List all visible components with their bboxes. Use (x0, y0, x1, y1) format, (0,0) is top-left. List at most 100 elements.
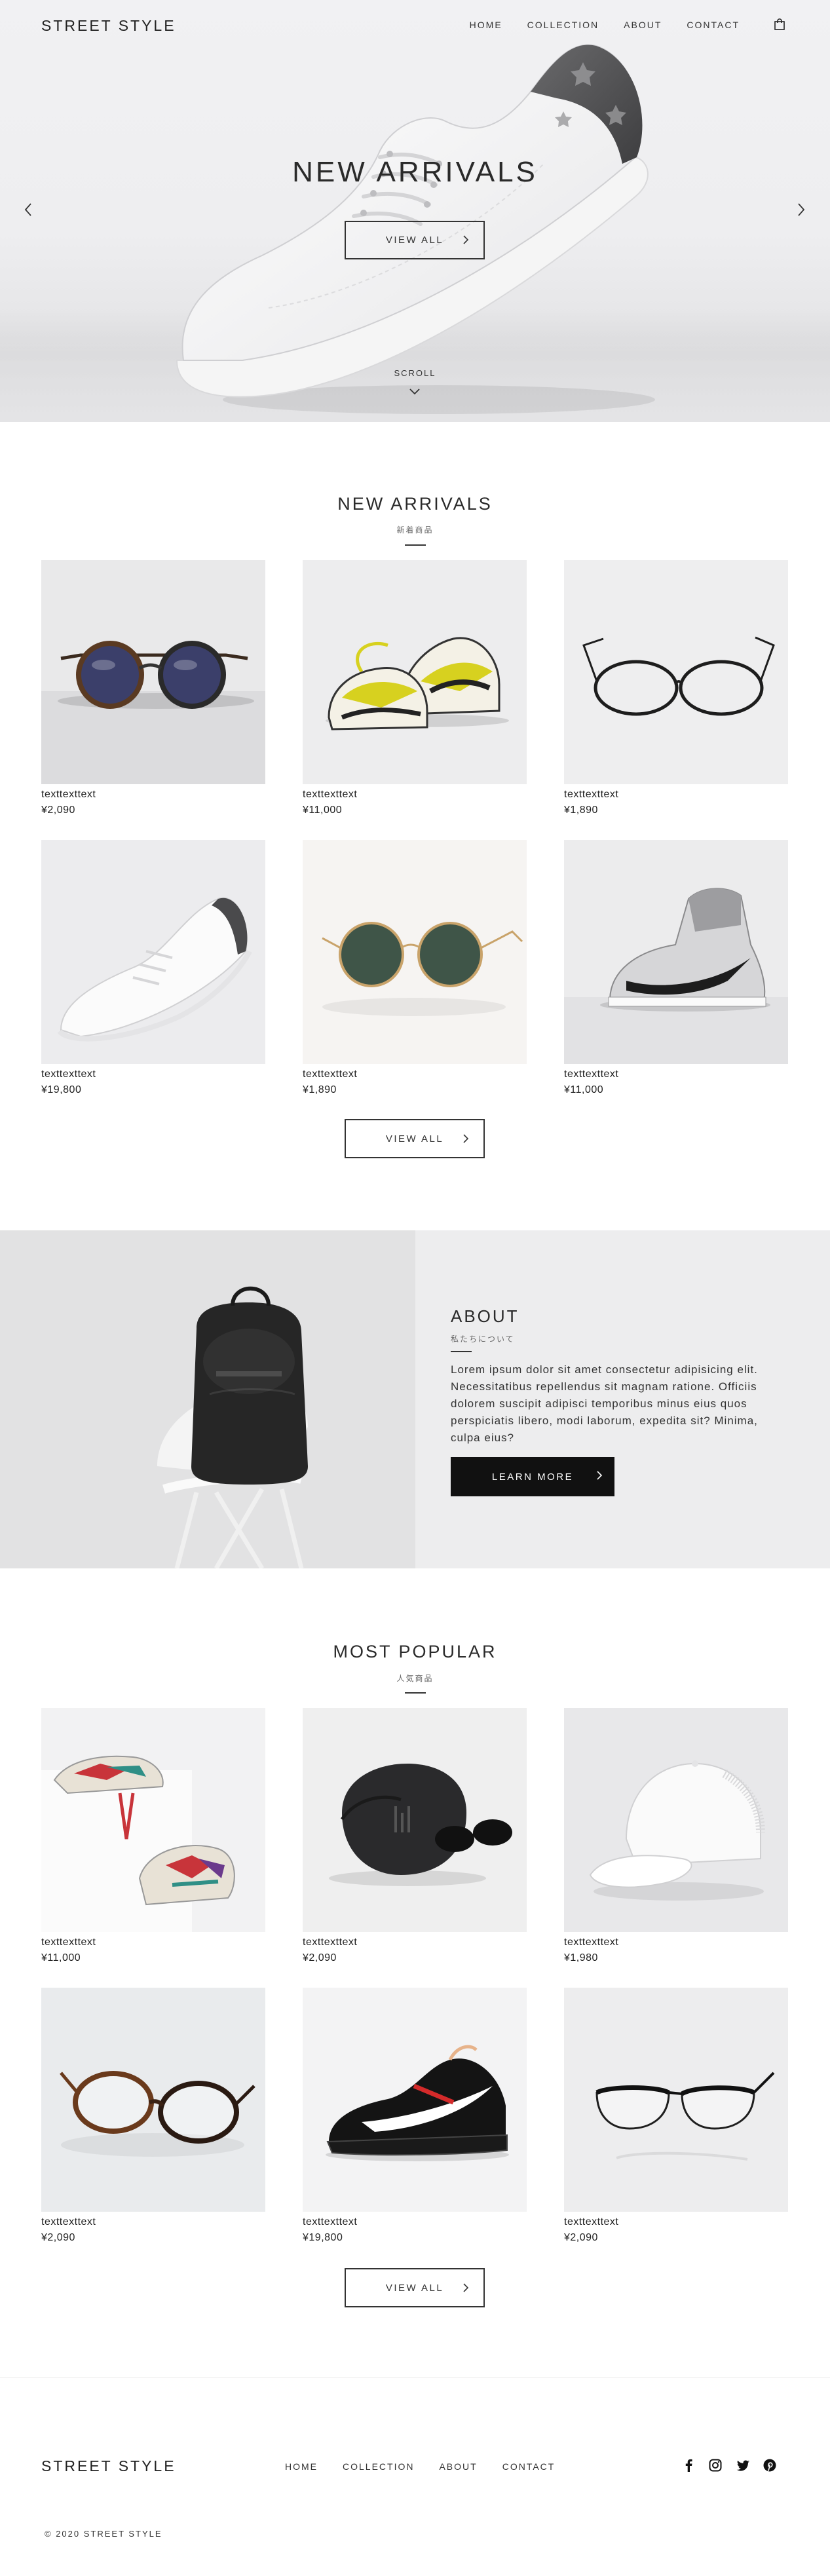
product-card[interactable]: texttexttext ¥2,090 (564, 1988, 788, 2246)
hero-view-all-label: VIEW ALL (385, 235, 444, 246)
most-popular-subtitle: 人気商品 (396, 1674, 434, 1683)
learn-more-label: LEARN MORE (491, 1471, 574, 1483)
about-title: ABOUT (451, 1306, 519, 1326)
product-card[interactable]: texttexttext ¥19,800 (303, 1988, 527, 2246)
copyright: © 2020 STREET STYLE (45, 2529, 162, 2539)
learn-more-button[interactable]: LEARN MORE (451, 1457, 614, 1496)
most-popular-view-all-button[interactable]: VIEW ALL (345, 2268, 485, 2307)
product-image-sneakers-yellow[interactable] (303, 560, 527, 784)
nav-item-about[interactable]: ABOUT (624, 20, 662, 30)
nav-item-collection[interactable]: COLLECTION (527, 20, 599, 30)
product-name[interactable]: texttexttext (41, 2214, 265, 2230)
product-price: ¥2,090 (41, 2232, 75, 2243)
product-image-high-top-sneaker[interactable] (564, 840, 788, 1064)
about-backpack-image (0, 1230, 415, 1568)
product-card[interactable]: texttexttext ¥2,090 (41, 1988, 265, 2246)
nav-item-home[interactable]: HOME (470, 20, 502, 30)
view-all-label: VIEW ALL (385, 2282, 444, 2294)
product-image-cap-and-sunglasses[interactable] (303, 1708, 527, 1932)
product-image-white-cap[interactable] (564, 1708, 788, 1932)
product-name[interactable]: texttexttext (303, 1935, 527, 1950)
white-cap-image (564, 1708, 788, 1932)
product-image-colorful-sneakers[interactable] (41, 1708, 265, 1932)
footer-link-about[interactable]: ABOUT (439, 2461, 477, 2472)
new-arrivals-title: NEW ARRIVALS (337, 494, 493, 514)
product-name[interactable]: texttexttext (41, 1935, 265, 1950)
footer-link-collection[interactable]: COLLECTION (343, 2461, 414, 2472)
section-divider (405, 1692, 426, 1694)
air-sneaker-image (303, 1988, 527, 2212)
slider-prev-icon[interactable] (22, 201, 35, 218)
footer-logo[interactable]: STREET STYLE (41, 2457, 176, 2475)
facebook-icon[interactable] (681, 2458, 696, 2472)
scroll-label: SCROLL (394, 368, 436, 378)
section-divider (405, 544, 426, 546)
shopping-bag-icon[interactable] (774, 18, 785, 30)
product-image-round-glasses[interactable] (564, 560, 788, 784)
product-name[interactable]: texttexttext (564, 1067, 788, 1082)
product-card[interactable]: texttexttext ¥11,000 (303, 560, 527, 818)
product-name[interactable]: texttexttext (303, 1067, 527, 1082)
half-rim-glasses-image (564, 1988, 788, 2212)
product-image-sunglasses[interactable] (41, 560, 265, 784)
slider-next-icon[interactable] (794, 201, 807, 218)
product-name[interactable]: texttexttext (41, 1067, 265, 1082)
chevron-right-icon (597, 1471, 603, 1480)
green-sunglasses-image (303, 840, 527, 1064)
product-price: ¥2,090 (41, 805, 75, 816)
product-image-tortoise-glasses[interactable] (41, 1988, 265, 2212)
chevron-right-icon (463, 1134, 469, 1143)
page: STREET STYLE HOME COLLECTION ABOUT CONTA… (0, 0, 830, 2576)
pinterest-icon[interactable] (763, 2458, 777, 2472)
about-body: Lorem ipsum dolor sit amet consectetur a… (451, 1363, 758, 1444)
sunglasses-image (41, 560, 265, 784)
hero-title: NEW ARRIVALS (292, 156, 538, 188)
about-section: ABOUT 私たちについて Lorem ipsum dolor sit amet… (0, 1230, 830, 1568)
product-image-air-sneaker[interactable] (303, 1988, 527, 2212)
product-image-green-sunglasses[interactable] (303, 840, 527, 1064)
product-price: ¥1,890 (303, 1084, 337, 1095)
footer-link-contact[interactable]: CONTACT (502, 2461, 556, 2472)
chevron-right-icon (463, 2283, 469, 2292)
instagram-icon[interactable] (708, 2458, 723, 2472)
about-subtitle: 私たちについて (451, 1335, 515, 1344)
high-top-sneaker-image (564, 840, 788, 1064)
product-name[interactable]: texttexttext (564, 787, 788, 803)
hero-view-all-button[interactable]: VIEW ALL (345, 221, 485, 259)
product-image-half-rim-glasses[interactable] (564, 1988, 788, 2212)
product-card[interactable]: texttexttext ¥1,980 (564, 1708, 788, 1966)
product-name[interactable]: texttexttext (564, 2214, 788, 2230)
top-navigation: STREET STYLE HOME COLLECTION ABOUT CONTA… (0, 0, 830, 51)
product-name[interactable]: texttexttext (41, 787, 265, 803)
product-name[interactable]: texttexttext (303, 787, 527, 803)
product-price: ¥11,000 (564, 1084, 604, 1095)
product-card[interactable]: texttexttext ¥11,000 (41, 1708, 265, 1966)
footer-nav: HOME COLLECTION ABOUT CONTACT (285, 2461, 580, 2472)
product-price: ¥11,000 (41, 1952, 81, 1963)
chevron-right-icon (463, 235, 469, 244)
product-name[interactable]: texttexttext (303, 2214, 527, 2230)
product-image-white-sneaker[interactable] (41, 840, 265, 1064)
product-card[interactable]: texttexttext ¥19,800 (41, 840, 265, 1098)
new-arrivals-subtitle: 新着商品 (396, 525, 434, 535)
product-card[interactable]: texttexttext ¥2,090 (303, 1708, 527, 1966)
cap-sunglasses-image (303, 1708, 527, 1932)
site-logo[interactable]: STREET STYLE (41, 17, 176, 35)
most-popular-title: MOST POPULAR (333, 1642, 497, 1661)
chevron-down-icon[interactable] (408, 388, 421, 396)
product-price: ¥1,890 (564, 805, 598, 816)
section-divider (451, 1351, 472, 1352)
product-card[interactable]: texttexttext ¥11,000 (564, 840, 788, 1098)
product-card[interactable]: texttexttext ¥1,890 (564, 560, 788, 818)
new-arrivals-view-all-button[interactable]: VIEW ALL (345, 1119, 485, 1158)
product-card[interactable]: texttexttext ¥1,890 (303, 840, 527, 1098)
footer-link-home[interactable]: HOME (285, 2461, 318, 2472)
round-glasses-image (564, 560, 788, 784)
view-all-label: VIEW ALL (385, 1133, 444, 1145)
twitter-icon[interactable] (736, 2458, 750, 2472)
nav-item-contact[interactable]: CONTACT (687, 20, 740, 30)
product-price: ¥19,800 (303, 2232, 343, 2243)
product-name[interactable]: texttexttext (564, 1935, 788, 1950)
product-price: ¥1,980 (564, 1952, 598, 1963)
product-card[interactable]: texttexttext ¥2,090 (41, 560, 265, 818)
